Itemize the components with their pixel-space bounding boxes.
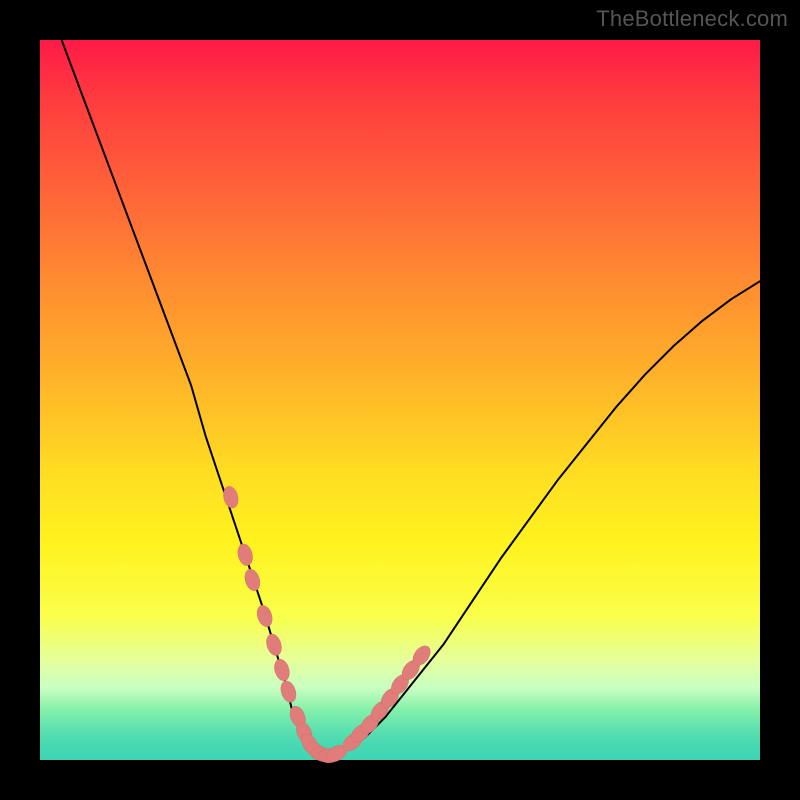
plot-area xyxy=(40,40,760,760)
highlight-marker xyxy=(264,632,284,657)
highlight-marker xyxy=(278,679,298,704)
plot-svg xyxy=(40,40,760,760)
highlight-markers xyxy=(221,485,433,765)
highlight-marker xyxy=(242,567,262,592)
highlight-marker xyxy=(221,485,240,510)
watermark-label: TheBottleneck.com xyxy=(596,6,788,32)
highlight-marker xyxy=(255,603,275,628)
highlight-marker xyxy=(236,542,255,567)
bottleneck-curve xyxy=(62,40,760,756)
highlight-marker xyxy=(272,657,292,682)
chart-frame: TheBottleneck.com xyxy=(0,0,800,800)
